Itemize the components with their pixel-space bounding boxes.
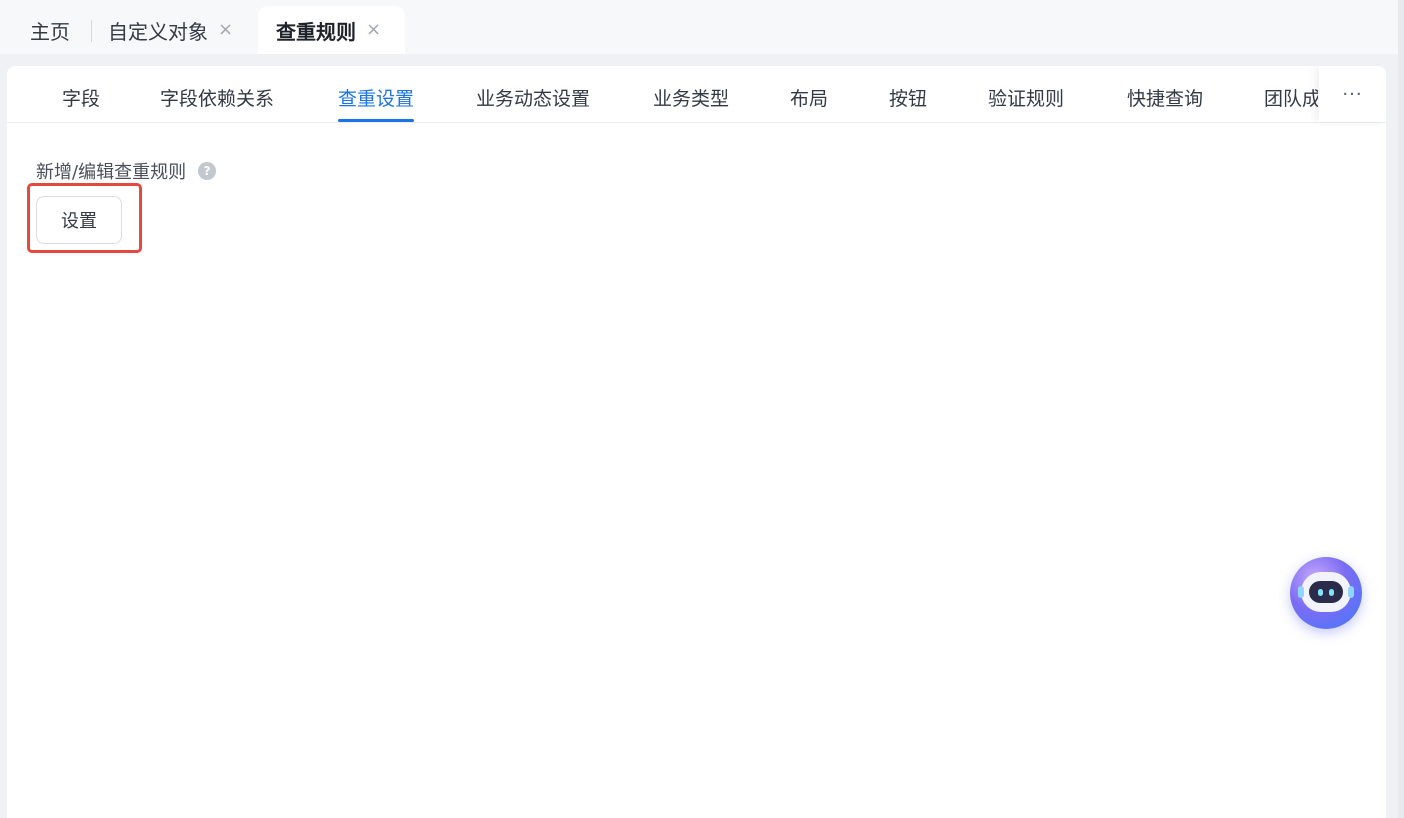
sub-tab-bar: 字段 字段依赖关系 查重设置 业务动态设置 业务类型 布局 按钮 验证规则 快捷…	[7, 66, 1386, 123]
tab-layout[interactable]: 布局	[790, 84, 828, 111]
window-tab-custom-object[interactable]: 自定义对象 ×	[108, 6, 233, 54]
tab-validation-rules[interactable]: 验证规则	[988, 84, 1064, 111]
close-icon[interactable]: ×	[218, 21, 233, 39]
robot-face	[1298, 572, 1354, 612]
page: 主页 自定义对象 × 查重规则 × 字段 字段依赖关系 查重设置 业务动态设置 …	[0, 0, 1404, 818]
robot-ear-left	[1298, 586, 1304, 598]
window-tab-dedup-rules-label: 查重规则	[276, 19, 356, 44]
section-title-text: 新增/编辑查重规则	[36, 162, 187, 183]
help-icon[interactable]: ?	[198, 162, 217, 180]
robot-ear-right	[1348, 586, 1354, 598]
window-tab-home[interactable]: 主页	[30, 6, 70, 54]
tab-quick-query[interactable]: 快捷查询	[1127, 84, 1203, 111]
section-title: 新增/编辑查重规则 ?	[36, 158, 217, 184]
tab-team-members-label: 团队成	[1264, 88, 1318, 110]
tab-business-types[interactable]: 业务类型	[653, 84, 729, 111]
settings-button[interactable]: 设置	[36, 196, 122, 244]
robot-eye-right	[1329, 589, 1334, 596]
window-tab-bar: 主页 自定义对象 × 查重规则 ×	[0, 0, 1404, 818]
tab-dedup-settings[interactable]: 查重设置	[338, 84, 415, 122]
tab-team-members[interactable]: 团队成	[1264, 84, 1318, 111]
tab-field-dependencies[interactable]: 字段依赖关系	[160, 84, 274, 111]
close-icon[interactable]: ×	[366, 21, 381, 39]
tab-divider	[91, 20, 92, 42]
tab-business-dynamic-settings[interactable]: 业务动态设置	[476, 84, 590, 111]
tab-fields[interactable]: 字段	[62, 84, 100, 111]
window-tab-home-label: 主页	[30, 19, 70, 44]
tab-buttons[interactable]: 按钮	[889, 84, 927, 111]
robot-visor	[1309, 581, 1343, 603]
main-card: 字段 字段依赖关系 查重设置 业务动态设置 业务类型 布局 按钮 验证规则 快捷…	[7, 66, 1386, 818]
right-edge	[1398, 0, 1404, 818]
window-tab-dedup-rules[interactable]: 查重规则 ×	[258, 6, 405, 54]
more-icon: ···	[1342, 83, 1363, 105]
robot-eye-left	[1318, 589, 1323, 596]
robot-assistant-icon[interactable]	[1290, 557, 1362, 629]
more-tabs-button[interactable]: ···	[1319, 66, 1386, 122]
window-tab-custom-object-label: 自定义对象	[108, 19, 208, 44]
